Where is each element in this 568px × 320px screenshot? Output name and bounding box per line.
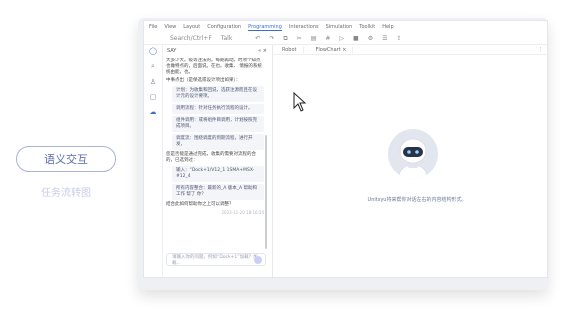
chat-prompt: 中事点出（是保选或设计项出如果）： [166,78,241,83]
menu-file[interactable]: File [149,24,157,30]
stop-icon[interactable]: ■ [353,35,359,43]
mouse-pointer-icon [293,91,307,116]
close-icon[interactable]: × [263,48,267,54]
chat-scrollbar[interactable] [265,135,267,249]
mode-select[interactable]: Talk [221,35,233,42]
chat-icon[interactable]: ◯ [149,47,157,55]
chat-input-placeholder: 请输入你的问题，例如“Dock+1”加载？加载... [172,254,258,266]
empty-state-text: Unitsyu将来帮你对话左右的内容结构形式。 [367,197,467,203]
menu-bar: File View Layout Configuration Programmi… [144,21,552,33]
robot-avatar [388,129,438,179]
tab-close-icon[interactable]: × [342,47,346,53]
chat-tag[interactable]: 所有内容整合：最新的_A 版本_A 帮助和 工作 帮了 你？ [172,184,264,200]
chat-input[interactable]: 请输入你的问题，例如“Dock+1”加载？加载... [166,253,266,266]
task-flow-label[interactable]: 任务流转图 [16,184,116,199]
message-timestamp: 2023-11-20 18:16:54 [221,210,264,215]
menu-simulation[interactable]: Simulation [326,24,353,30]
run-icon[interactable]: ▷ [339,35,344,43]
cloud-icon[interactable]: ☁ [150,108,157,116]
chat-tag[interactable]: 输入：“Dock+1/V12_1 1SMA+MSX-#12_4 [172,166,264,182]
export-icon[interactable]: ⇪ [396,35,401,43]
paste-icon[interactable]: ▤ [311,35,317,43]
file-icon[interactable]: ▢ [150,93,157,101]
toolbar-icons: ↶ ↷ ⧉ ✂ ▤ # ▷ ■ ⚙ ☰ ⇪ [255,35,401,43]
chat-intro: 大多少大。吸等注法的。每期再动。时项个知点也做特点的，后面说。在也。收集、 情报… [166,58,262,75]
chat-option[interactable]: 计划：为收集和回说，选获注源而且在设计元的设计要项。 [172,86,264,102]
pill-label: 语义交互 [44,153,88,166]
chat-question: 您是否能是通过完成，收集的需要对流程的合的，已选到过： [166,152,256,163]
robot-illustration [398,138,428,179]
chat-header-actions: « × [258,48,267,54]
toolbar: Search/Ctrl+F Talk ↶ ↷ ⧉ ✂ ▤ # ▷ ■ ⚙ ☰ ⇪ [144,33,547,45]
chat-option[interactable]: 调度流：围绕调度的到期流程，进行开发， [172,134,264,150]
tab-label: Robot [282,46,297,53]
flowchart-canvas[interactable]: Unitsyu将来帮你对话左右的内容结构形式。 [272,55,549,279]
menu-view[interactable]: View [164,24,176,30]
menu-layout[interactable]: Layout [183,24,200,30]
menu-interactions[interactable]: Interactions [289,24,319,30]
cut-icon[interactable]: ✂ [297,35,302,43]
robot-icon[interactable]: ♙ [150,78,156,86]
chat-panel: SAY « × 大多少大。吸等注法的。每期再动。时项个知点也做特点的，后面说。在… [162,45,273,279]
menu-programming[interactable]: Programming [248,24,282,31]
side-rail: ◯ ⌕ ♙ ▢ ☁ [144,45,163,281]
send-button[interactable] [254,256,262,264]
search-icon[interactable]: ⌕ [151,62,155,71]
chat-title: SAY [167,48,177,54]
undo-icon[interactable]: ↶ [255,35,260,43]
menu-help[interactable]: Help [382,24,393,30]
chat-messages: 大多少大。吸等注法的。每期再动。时项个知点也做特点的，后面说。在也。收集、 情报… [166,58,264,246]
menu-toolkit[interactable]: Toolkit [359,24,375,30]
layers-icon[interactable]: ☰ [382,35,387,43]
tab-robot[interactable]: Robot [276,46,304,53]
tab-flowchart[interactable]: FlowChart × [309,46,354,53]
search-input[interactable]: Search/Ctrl+F [170,35,212,42]
app-window: File View Layout Configuration Programmi… [143,20,549,281]
tab-label: FlowChart [315,46,341,53]
semantic-interaction-pill[interactable]: 语义交互 [16,146,116,172]
settings-icon[interactable]: ⚙ [368,35,373,43]
copy-icon[interactable]: ⧉ [283,35,287,43]
chat-closing: 结合此如何帮助你之上可以调整？ [166,202,234,207]
redo-icon[interactable]: ↷ [269,35,274,43]
chat-option[interactable]: 组件调用：或将组件目调用，计划按照完成项目。 [172,116,264,132]
collapse-icon[interactable]: « [258,48,261,54]
grid-icon[interactable]: # [325,35,330,43]
chat-option[interactable]: 调用流程：针对任务执行流程的设计。 [172,104,264,114]
chat-header: SAY « × [162,45,272,57]
editor-tabs: Robot FlowChart × ⋮ [272,45,549,55]
menu-configuration[interactable]: Configuration [207,24,241,30]
more-menu-icon[interactable]: ⋮ [538,47,543,53]
